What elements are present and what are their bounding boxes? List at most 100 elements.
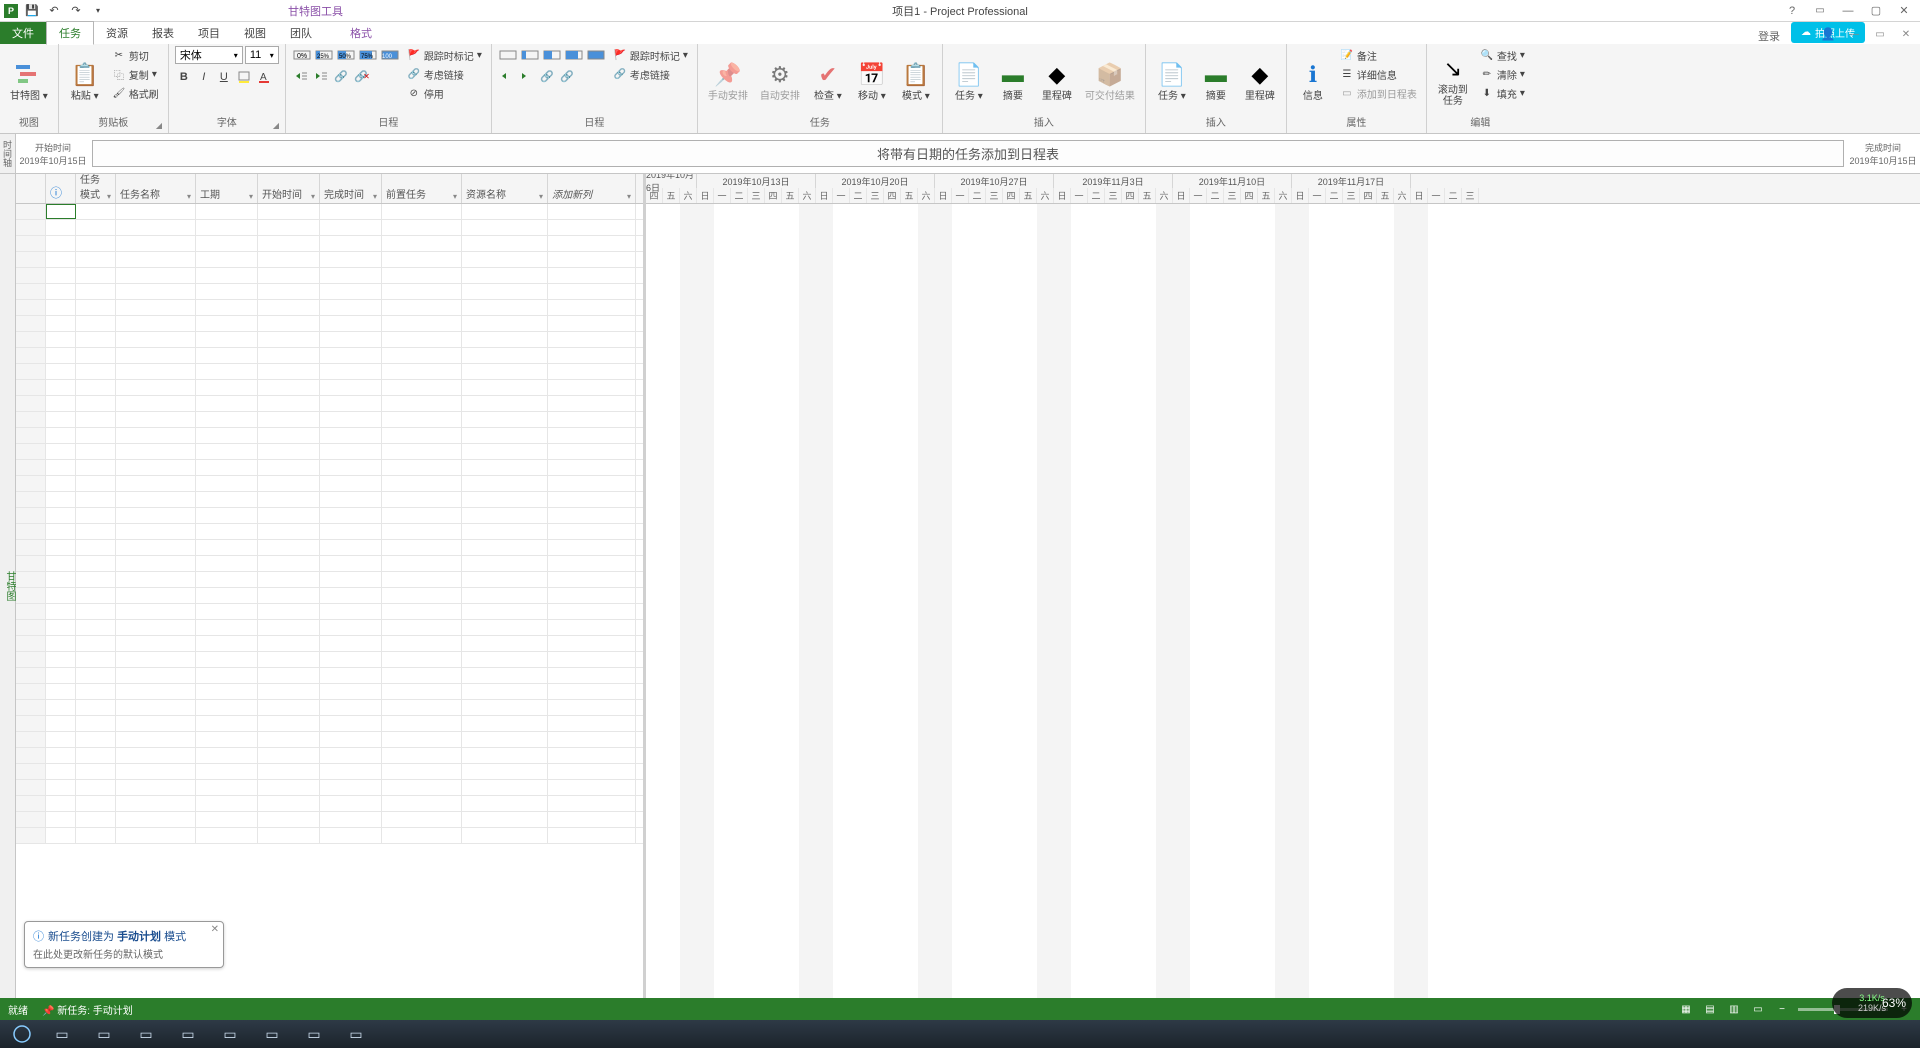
grid-row[interactable] [16,604,643,620]
respect-links-button[interactable]: 🔗考虑链接 [404,65,485,83]
find-button[interactable]: 🔍查找 ▾ [1477,46,1528,64]
indent-button[interactable] [312,67,330,85]
clear-button[interactable]: ✏清除 ▾ [1477,65,1528,83]
sub-minimize-button[interactable]: — [1844,24,1864,44]
pct2-100-button[interactable] [586,46,606,64]
sub-restore-button[interactable]: ▭ [1870,24,1890,44]
grid-row[interactable] [16,828,643,844]
grid-rows[interactable] [16,204,643,998]
qat-undo-icon[interactable]: ↶ [46,3,62,19]
grid-row[interactable] [16,796,643,812]
insert-task-button[interactable]: 📄 任务 ▾ [949,46,989,114]
outdent-button[interactable] [292,67,310,85]
font-launcher-icon[interactable]: ◢ [273,121,283,131]
grid-row[interactable] [16,540,643,556]
link-tasks-button[interactable]: 🔗 [332,67,350,85]
column-header[interactable]: ⓘ [46,174,76,203]
minimize-button[interactable]: — [1838,1,1858,21]
deliverable-button[interactable]: 📦 可交付结果 [1081,46,1139,114]
grid-row[interactable] [16,588,643,604]
grid-row[interactable] [16,332,643,348]
add-to-timeline-button[interactable]: ▭添加到日程表 [1337,84,1420,102]
column-header[interactable]: 开始时间▾ [258,174,320,203]
taskbar-app-7[interactable]: ▭ [294,1022,334,1046]
view-bar[interactable]: 甘特图 [0,174,16,998]
tab-file[interactable]: 文件 [0,22,46,44]
grid-row[interactable] [16,444,643,460]
timeline-hint[interactable]: 将带有日期的任务添加到日程表 [92,140,1844,167]
mode-button[interactable]: 📋 模式 ▾ [896,46,936,114]
cut-button[interactable]: ✂剪切 [109,46,162,64]
maximize-button[interactable]: ▢ [1866,1,1886,21]
grid-row[interactable] [16,364,643,380]
qat-customize-icon[interactable]: ▾ [90,3,106,19]
ribbon-options-icon[interactable]: ▭ [1810,1,1830,21]
track-mark-button[interactable]: 🚩跟踪时标记 ▾ [404,46,485,64]
grid-row[interactable] [16,220,643,236]
track-mark2-button[interactable]: 🚩跟踪时标记 ▾ [610,46,691,64]
grid-row[interactable] [16,428,643,444]
column-header[interactable]: 工期▾ [196,174,258,203]
view-calendar-icon[interactable]: ▭ [1750,1001,1766,1017]
close-button[interactable]: ✕ [1894,1,1914,21]
grid-row[interactable] [16,508,643,524]
clipboard-launcher-icon[interactable]: ◢ [156,121,166,131]
inspect-button[interactable]: ✔ 检查 ▾ [808,46,848,114]
column-header[interactable]: 添加新列▾ [548,174,636,203]
italic-button[interactable]: I [195,68,213,86]
qat-redo-icon[interactable]: ↷ [68,3,84,19]
grid-row[interactable] [16,700,643,716]
grid-row[interactable] [16,204,643,220]
tab-task[interactable]: 任务 [46,21,94,45]
status-new-task-mode[interactable]: 📌 新任务: 手动计划 [42,1002,133,1017]
pct-50-button[interactable]: 50% [336,46,356,64]
qat-save-icon[interactable]: 💾 [24,3,40,19]
notes-button[interactable]: 📝备注 [1337,46,1420,64]
grid-row[interactable] [16,268,643,284]
inactivate-button[interactable]: ⊘停用 [404,84,485,102]
copy-button[interactable]: ⿻复制 ▾ [109,65,162,83]
grid-row[interactable] [16,668,643,684]
taskbar-app-5[interactable]: ▭ [210,1022,250,1046]
grid-row[interactable] [16,412,643,428]
grid-row[interactable] [16,764,643,780]
underline-button[interactable]: U [215,68,233,86]
grid-row[interactable] [16,252,643,268]
column-header[interactable]: 前置任务▾ [382,174,462,203]
tab-project[interactable]: 项目 [186,22,232,44]
pct2-75-button[interactable] [564,46,584,64]
manual-schedule-button[interactable]: 📌 手动安排 [704,46,752,114]
grid-row[interactable] [16,380,643,396]
format-painter-button[interactable]: 🖌格式刷 [109,84,162,102]
grid-row[interactable] [16,732,643,748]
outdent2-button[interactable] [498,67,516,85]
font-size-dropdown[interactable]: 11▾ [245,46,279,64]
respect-links2-button[interactable]: 🔗考虑链接 [610,65,691,83]
grid-row[interactable] [16,812,643,828]
pct2-25-button[interactable] [520,46,540,64]
fill-color-button[interactable] [235,68,253,86]
unlink-tasks-button[interactable]: 🔗✕ [352,67,370,85]
grid-row[interactable] [16,492,643,508]
information-button[interactable]: ℹ 信息 [1293,46,1333,114]
grid-row[interactable] [16,460,643,476]
user-icon[interactable]: 👤 [1818,24,1838,44]
fill-button[interactable]: ⬇填充 ▾ [1477,84,1528,102]
pct-25-button[interactable]: 25% [314,46,334,64]
grid-row[interactable] [16,620,643,636]
login-link[interactable]: 登录 [1758,28,1780,44]
grid-row[interactable] [16,236,643,252]
grid-row[interactable] [16,652,643,668]
taskbar-app-3[interactable]: ▭ [126,1022,166,1046]
grid-row[interactable] [16,476,643,492]
view-gantt-icon[interactable]: ▦ [1678,1001,1694,1017]
column-header[interactable]: 资源名称▾ [462,174,548,203]
grid-row[interactable] [16,636,643,652]
grid-row[interactable] [16,348,643,364]
tab-report[interactable]: 报表 [140,22,186,44]
move-button[interactable]: 📅 移动 ▾ [852,46,892,114]
font-color-button[interactable]: A [255,68,273,86]
tab-view[interactable]: 视图 [232,22,278,44]
link2-button[interactable]: 🔗 [538,67,556,85]
pct-75-button[interactable]: 75% [358,46,378,64]
